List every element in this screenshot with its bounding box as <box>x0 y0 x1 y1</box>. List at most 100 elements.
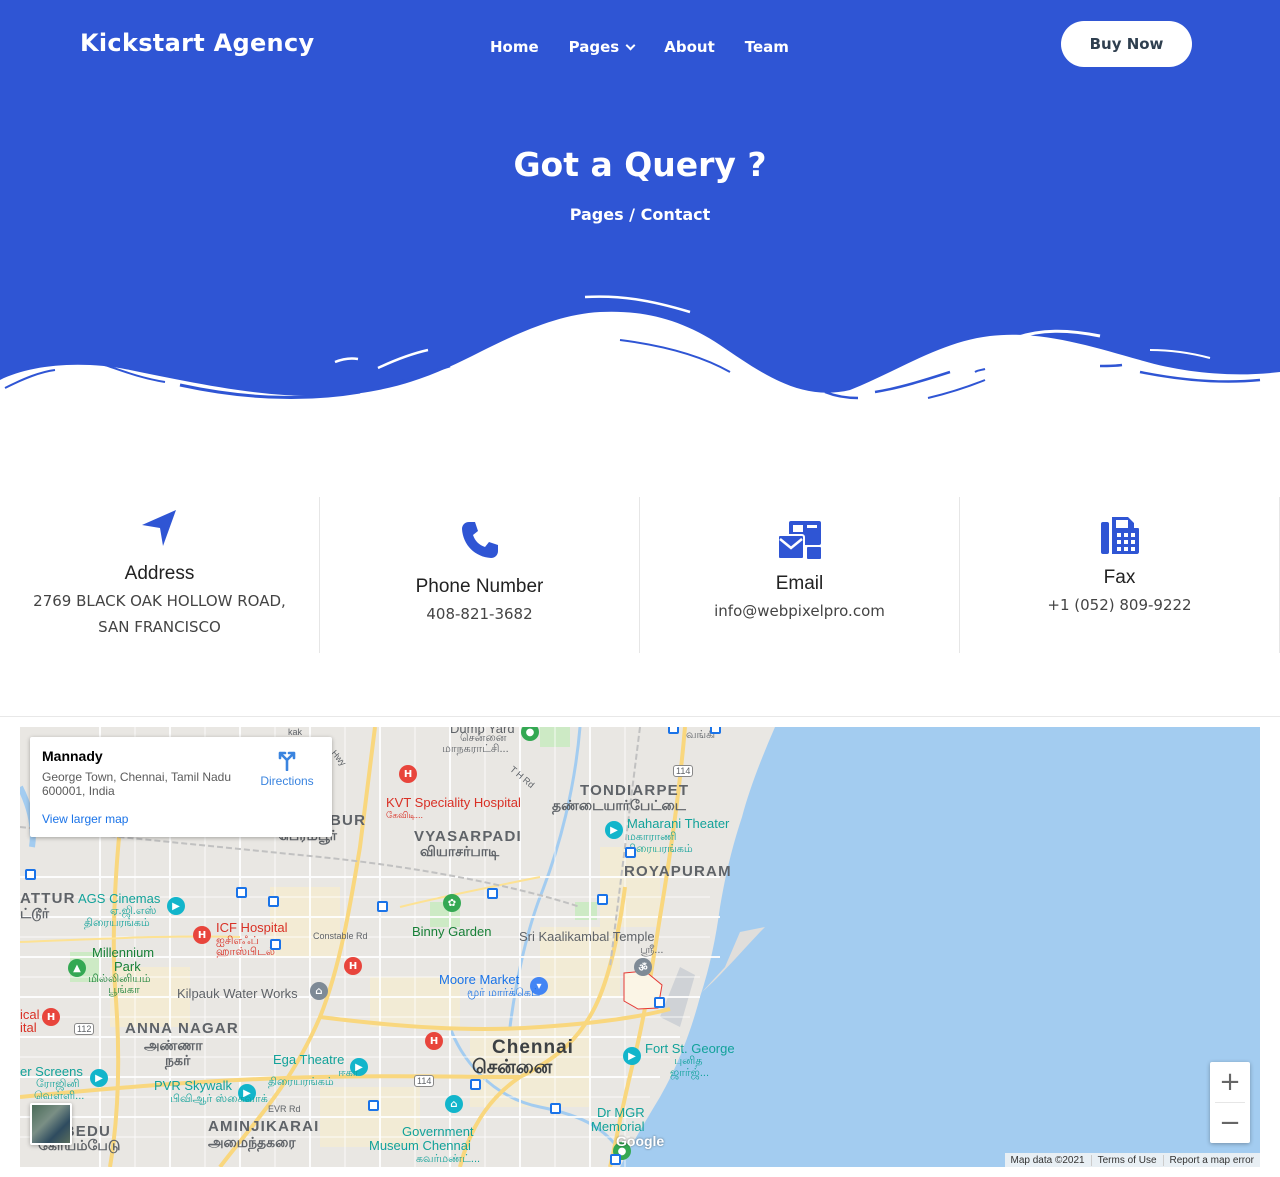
poi-fort-st-george[interactable]: Fort St. George <box>645 1041 735 1056</box>
poi-ega-ta1: ஈகா <box>338 1067 359 1079</box>
road-shield-112: 112 <box>74 1023 95 1035</box>
phone-icon <box>461 522 498 558</box>
cinema-pin-icon[interactable]: ▶ <box>167 897 185 915</box>
zoom-controls: + − <box>1210 1062 1250 1143</box>
map-attribution: Map data ©2021 Terms of Use Report a map… <box>1004 1153 1260 1167</box>
satellite-toggle[interactable] <box>30 1103 72 1145</box>
breadcrumb: Pages / Contact <box>569 205 711 224</box>
poi-kilpauk-water-works[interactable]: Kilpauk Water Works <box>177 986 298 1001</box>
section-divider <box>0 716 1280 717</box>
poi-fort-ta2: ஜார்ஜ்... <box>670 1067 710 1079</box>
poi-icf-hospital[interactable]: ICF Hospital <box>216 920 288 935</box>
address-title: Address <box>124 563 195 584</box>
poi-kvt-hospital[interactable]: KVT Speciality Hospital <box>386 795 521 810</box>
email-title: Email <box>775 573 824 594</box>
terms-of-use-link[interactable]: Terms of Use <box>1090 1154 1163 1166</box>
bus-stop-icon <box>268 896 279 907</box>
road-label-kak: kak <box>288 727 303 737</box>
contact-info-cards: Address 2769 BLACK OAK HOLLOW ROAD, SAN … <box>0 497 1280 653</box>
park-pin-icon[interactable]: ✿ <box>443 894 461 912</box>
bus-stop-icon <box>710 727 721 734</box>
bus-stop-icon <box>625 847 636 858</box>
poi-ega-theatre[interactable]: Ega Theatre <box>273 1052 344 1067</box>
poi-binny-garden[interactable]: Binny Garden <box>412 924 492 939</box>
poi-kaalikambal-temple[interactable]: Sri Kaalikambal Temple <box>519 929 655 944</box>
museum-pin-icon[interactable]: ⌂ <box>445 1095 463 1113</box>
zoom-in-button[interactable]: + <box>1210 1062 1250 1102</box>
bus-stop-icon <box>654 997 665 1008</box>
map-label-attur-ta: ட்டூர் <box>20 905 50 921</box>
hero-section: Kickstart Agency Home Pages About Team B… <box>0 0 1280 410</box>
fax-card: Fax +1 (052) 809-9222 <box>960 497 1280 653</box>
nav-home[interactable]: Home <box>490 38 539 56</box>
poi-moore-market[interactable]: Moore Market <box>439 972 519 987</box>
bus-stop-icon <box>597 894 608 905</box>
fax-title: Fax <box>1103 567 1136 588</box>
fax-icon <box>1100 517 1139 554</box>
bus-stop-icon <box>270 939 281 950</box>
hospital-pin-icon[interactable]: H <box>42 1008 60 1026</box>
address-line-1: 2769 BLACK OAK HOLLOW ROAD, <box>33 592 286 610</box>
hospital-pin-icon[interactable]: H <box>344 957 362 975</box>
phone-card: Phone Number 408-821-3682 <box>320 497 640 653</box>
main-nav: Home Pages About Team <box>490 38 819 56</box>
landmark-pin-icon[interactable]: ⌂ <box>310 982 328 1000</box>
directions-button[interactable]: Directions <box>256 749 318 788</box>
poi-screens[interactable]: er Screens <box>20 1064 83 1079</box>
poi-government-museum-2: Museum Chennai <box>369 1138 471 1153</box>
buy-now-button[interactable]: Buy Now <box>1061 21 1192 67</box>
report-map-error-link[interactable]: Report a map error <box>1162 1154 1260 1166</box>
nav-team[interactable]: Team <box>745 38 789 56</box>
poi-ega-ta2: திரையரங்கம் <box>268 1076 334 1088</box>
road-label-evr: EVR Rd <box>268 1104 301 1114</box>
embedded-map[interactable]: TONDIARPET தண்டையார்பேட்டை ROYAPURAM VYA… <box>20 727 1260 1167</box>
poi-millennium-park[interactable]: Millennium <box>92 945 154 960</box>
poi-government-museum[interactable]: Government <box>402 1124 474 1139</box>
poi-millennium-ta2: பூங்கா <box>108 984 140 996</box>
poi-maharani-theater[interactable]: Maharani Theater <box>627 816 729 831</box>
email-address[interactable]: info@webpixelpro.com <box>640 598 959 624</box>
poi-millennium-park-2: Park <box>114 959 141 974</box>
poi-kaalikambal-ta: ஸ்ரீ... <box>640 944 664 956</box>
directions-label: Directions <box>260 774 314 788</box>
hospital-pin-icon[interactable]: H <box>399 765 417 783</box>
address-card: Address 2769 BLACK OAK HOLLOW ROAD, SAN … <box>0 497 320 653</box>
nav-team-label: Team <box>744 38 789 56</box>
nav-home-label: Home <box>490 38 539 56</box>
bus-stop-icon <box>487 888 498 899</box>
address-line-2: SAN FRANCISCO <box>98 618 221 636</box>
park-pin-icon[interactable]: ▲ <box>68 959 86 977</box>
poi-museum-ta: கவர்மண்ட்... <box>416 1153 481 1165</box>
nav-pages-label: Pages <box>568 38 620 56</box>
theater-pin-icon[interactable]: ▶ <box>605 821 623 839</box>
poi-dump-ta2: மாநகராட்சி... <box>442 743 509 755</box>
place-address: George Town, Chennai, Tamil Nadu 600001,… <box>42 770 231 798</box>
poi-pvr-skywalk[interactable]: PVR Skywalk <box>154 1078 232 1093</box>
poi-ags-cinemas[interactable]: AGS Cinemas <box>78 891 160 906</box>
map-label-aminjikarai-ta: அமைந்தகரை <box>208 1134 296 1150</box>
zoom-out-button[interactable]: − <box>1210 1103 1250 1143</box>
poi-ags-ta2: திரையரங்கம் <box>84 917 150 929</box>
nav-pages[interactable]: Pages <box>568 38 636 56</box>
temple-pin-icon[interactable]: ॐ <box>634 958 652 976</box>
email-card: Email info@webpixelpro.com <box>640 497 960 653</box>
map-label-vyasarpadi-ta: வியாசர்பாடி <box>420 843 500 859</box>
map-label-anna-nagar: ANNA NAGAR <box>125 1020 239 1037</box>
poi-mgr-memorial[interactable]: Dr MGR <box>597 1105 645 1120</box>
hospital-pin-icon[interactable]: H <box>425 1032 443 1050</box>
phone-title: Phone Number <box>415 576 544 597</box>
hospital-pin-icon[interactable]: H <box>193 926 211 944</box>
map-data-credit: Map data ©2021 <box>1010 1154 1085 1166</box>
brand-logo-text[interactable]: Kickstart Agency <box>80 29 314 57</box>
map-label-aminjikarai: AMINJIKARAI <box>208 1118 320 1135</box>
bus-stop-icon <box>550 1103 561 1114</box>
view-larger-map-link[interactable]: View larger map <box>42 812 128 826</box>
poi-screens-ta2: வெள்ளி... <box>34 1090 85 1102</box>
chevron-down-icon <box>625 40 636 50</box>
map-label-tondiarpet-ta: தண்டையார்பேட்டை <box>552 797 686 813</box>
nav-about[interactable]: About <box>664 38 715 56</box>
map-label-chennai: Chennai <box>492 1037 574 1058</box>
phone-number[interactable]: 408-821-3682 <box>320 601 639 627</box>
landmark-pin-icon[interactable]: ▶ <box>623 1047 641 1065</box>
cinema-pin-icon[interactable]: ▶ <box>90 1069 108 1087</box>
